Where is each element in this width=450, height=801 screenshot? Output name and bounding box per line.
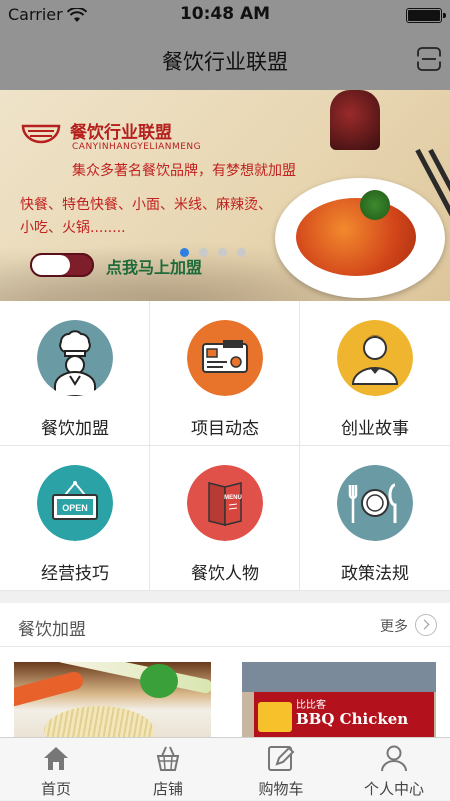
- carousel-dot-1[interactable]: [180, 248, 189, 257]
- user-icon: [381, 745, 407, 772]
- grid-item-people[interactable]: MENU 餐饮人物: [150, 446, 300, 591]
- section-header: 餐饮加盟 更多: [0, 603, 450, 647]
- pepper-image: [140, 664, 178, 698]
- franchise-card-image[interactable]: 比比客 BBQ Chicken: [242, 662, 436, 742]
- status-bar: Carrier 10:48 AM: [0, 0, 450, 30]
- chef-icon: [37, 320, 113, 396]
- wine-jar-image: [330, 90, 380, 150]
- basket-icon: [156, 746, 180, 771]
- cta-toggle-icon[interactable]: [30, 253, 94, 277]
- building-image: [242, 662, 436, 692]
- franchise-list: 比比客 BBQ Chicken: [0, 647, 450, 742]
- more-link[interactable]: 更多: [380, 616, 408, 636]
- join-now-button[interactable]: 点我马上加盟: [106, 254, 202, 278]
- carousel-dot-2[interactable]: [199, 248, 208, 257]
- page-title: 餐饮行业联盟: [162, 50, 288, 74]
- tab-label: 个人中心: [363, 780, 424, 798]
- franchise-card-image[interactable]: [14, 662, 211, 742]
- clock: 10:48 AM: [179, 4, 271, 24]
- tab-profile[interactable]: 个人中心: [338, 738, 450, 801]
- tab-cart[interactable]: 购物车: [225, 738, 337, 801]
- tab-label: 购物车: [258, 780, 304, 798]
- garnish-image: [360, 190, 390, 220]
- tab-bar: 首页 店铺 购物车 个人中心: [0, 737, 450, 800]
- svg-text:OPEN: OPEN: [62, 503, 88, 513]
- grid-item-label: 餐饮加盟: [41, 419, 109, 439]
- grid-item-news[interactable]: 项目动态: [150, 301, 300, 446]
- menu-icon: MENU: [187, 465, 263, 541]
- scan-icon[interactable]: [416, 46, 442, 72]
- banner-categories-cont: 小吃、火锅........: [20, 220, 126, 236]
- store-logo-icon: [258, 702, 292, 732]
- store-sign: 比比客 BBQ Chicken: [254, 692, 434, 742]
- tab-label: 首页: [40, 780, 71, 798]
- store-sign-text: BBQ Chicken: [296, 710, 409, 728]
- grid-item-label: 项目动态: [191, 419, 259, 439]
- banner-pinyin: CANYINHANGYELIANMENG: [72, 142, 202, 152]
- edit-icon: [268, 746, 295, 771]
- dining-plate-icon: [337, 465, 413, 541]
- bowl-logo-icon: [21, 124, 61, 144]
- carrot-image: [14, 669, 85, 709]
- banner-tagline: 集众多著名餐饮品牌，有梦想就加盟: [72, 163, 296, 179]
- grid-item-label: 创业故事: [341, 419, 409, 439]
- grid-item-stories[interactable]: 创业故事: [300, 301, 450, 446]
- svg-text:MENU: MENU: [224, 495, 242, 501]
- banner-brand: 餐饮行业联盟: [70, 123, 172, 143]
- chevron-right-icon[interactable]: [415, 614, 437, 636]
- navigation-bar: 餐饮行业联盟: [0, 30, 450, 90]
- carousel-dot-4[interactable]: [237, 248, 246, 257]
- tab-label: 店铺: [152, 780, 183, 798]
- tab-shop[interactable]: 店铺: [112, 738, 224, 801]
- grid-item-label: 经营技巧: [41, 564, 109, 584]
- battery-icon: [406, 8, 446, 23]
- category-grid: 餐饮加盟 项目动态 创业故事 OPEN 经营技巧 MENU 餐饮人物 政策法规: [0, 301, 450, 591]
- carousel-indicator[interactable]: [180, 248, 246, 257]
- carousel-dot-3[interactable]: [218, 248, 227, 257]
- grid-item-tips[interactable]: OPEN 经营技巧: [0, 446, 150, 591]
- grid-item-franchise[interactable]: 餐饮加盟: [0, 301, 150, 446]
- grid-item-policy[interactable]: 政策法规: [300, 446, 450, 591]
- bank-card-icon: [187, 320, 263, 396]
- promo-banner[interactable]: 餐饮行业联盟 CANYINHANGYELIANMENG 集众多著名餐饮品牌，有梦…: [0, 90, 450, 301]
- grid-item-label: 政策法规: [341, 564, 409, 584]
- food-dish-image: [296, 198, 416, 276]
- home-icon: [44, 747, 68, 770]
- banner-categories: 快餐、特色快餐、小面、米线、麻辣烫、: [20, 197, 272, 213]
- grid-item-label: 餐饮人物: [191, 564, 259, 584]
- open-sign-icon: OPEN: [37, 465, 113, 541]
- businessman-icon: [337, 320, 413, 396]
- tab-home[interactable]: 首页: [0, 738, 112, 801]
- store-sign-chinese: 比比客: [296, 700, 326, 711]
- section-title: 餐饮加盟: [18, 620, 86, 640]
